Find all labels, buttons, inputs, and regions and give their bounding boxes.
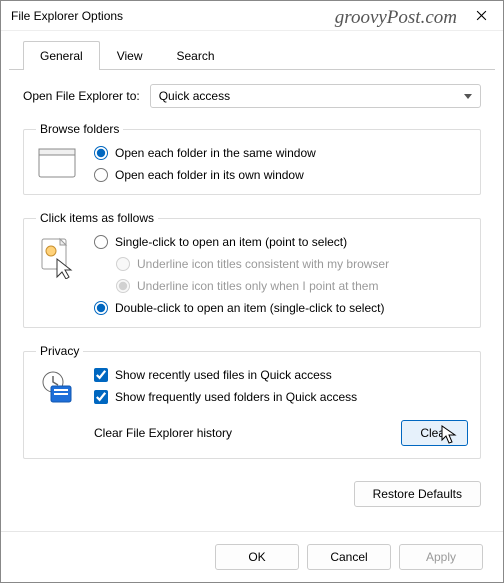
file-cursor-icon [39, 237, 75, 279]
restore-row: Restore Defaults [1, 475, 503, 507]
tab-view[interactable]: View [100, 41, 160, 69]
checkbox-freq-folders-label: Show frequently used folders in Quick ac… [115, 390, 357, 404]
close-button[interactable] [459, 1, 503, 31]
click-items-legend: Click items as follows [36, 211, 158, 225]
open-explorer-row: Open File Explorer to: Quick access [23, 84, 481, 108]
radio-underline-point: Underline icon titles only when I point … [116, 279, 468, 293]
restore-defaults-button[interactable]: Restore Defaults [354, 481, 481, 507]
window-icon [38, 148, 76, 178]
open-explorer-dropdown[interactable]: Quick access [150, 84, 481, 108]
radio-own-window-label: Open each folder in its own window [115, 168, 304, 182]
radio-underline-browser: Underline icon titles consistent with my… [116, 257, 468, 271]
browse-folders-icon [36, 146, 78, 178]
radio-same-window-input[interactable] [94, 146, 108, 160]
radio-underline-point-label: Underline icon titles only when I point … [137, 279, 378, 293]
browse-folders-group: Browse folders Open each folder in the s… [23, 122, 481, 195]
tab-search[interactable]: Search [160, 41, 232, 69]
tab-content: Open File Explorer to: Quick access Brow… [1, 70, 503, 459]
checkbox-freq-folders[interactable]: Show frequently used folders in Quick ac… [94, 390, 468, 404]
radio-underline-point-input [116, 279, 130, 293]
checkbox-recent-files[interactable]: Show recently used files in Quick access [94, 368, 468, 382]
radio-underline-browser-input [116, 257, 130, 271]
dialog-window: File Explorer Options groovyPost.com Gen… [0, 0, 504, 583]
tab-bar: General View Search [9, 31, 495, 70]
browse-folders-legend: Browse folders [36, 122, 123, 136]
radio-double-click[interactable]: Double-click to open an item (single-cli… [94, 301, 468, 315]
radio-own-window-input[interactable] [94, 168, 108, 182]
apply-button: Apply [399, 544, 483, 570]
close-icon [476, 10, 487, 21]
click-items-group: Click items as follows Single-click to o… [23, 211, 481, 328]
checkbox-recent-files-input[interactable] [94, 368, 108, 382]
radio-single-click[interactable]: Single-click to open an item (point to s… [94, 235, 468, 249]
radio-single-click-label: Single-click to open an item (point to s… [115, 235, 347, 249]
clear-button[interactable]: Clear [401, 420, 468, 446]
checkbox-freq-folders-input[interactable] [94, 390, 108, 404]
privacy-legend: Privacy [36, 344, 83, 358]
clear-history-label: Clear File Explorer history [94, 426, 232, 440]
radio-double-click-input[interactable] [94, 301, 108, 315]
privacy-icon [36, 368, 78, 406]
privacy-group: Privacy Show recently used files in Quic… [23, 344, 481, 459]
titlebar: File Explorer Options [1, 1, 503, 31]
window-title: File Explorer Options [11, 9, 123, 23]
radio-double-click-label: Double-click to open an item (single-cli… [115, 301, 384, 315]
radio-same-window-label: Open each folder in the same window [115, 146, 316, 160]
tab-general[interactable]: General [23, 41, 100, 70]
click-items-icon [36, 235, 78, 279]
radio-own-window[interactable]: Open each folder in its own window [94, 168, 468, 182]
ok-button[interactable]: OK [215, 544, 299, 570]
dialog-footer: OK Cancel Apply [1, 531, 503, 582]
radio-single-click-input[interactable] [94, 235, 108, 249]
open-explorer-value: Quick access [159, 89, 230, 103]
checkbox-recent-files-label: Show recently used files in Quick access [115, 368, 332, 382]
clear-history-row: Clear File Explorer history Clear [94, 420, 468, 446]
radio-same-window[interactable]: Open each folder in the same window [94, 146, 468, 160]
cancel-button[interactable]: Cancel [307, 544, 391, 570]
open-explorer-label: Open File Explorer to: [23, 89, 140, 103]
history-icon [39, 370, 75, 406]
radio-underline-browser-label: Underline icon titles consistent with my… [137, 257, 389, 271]
